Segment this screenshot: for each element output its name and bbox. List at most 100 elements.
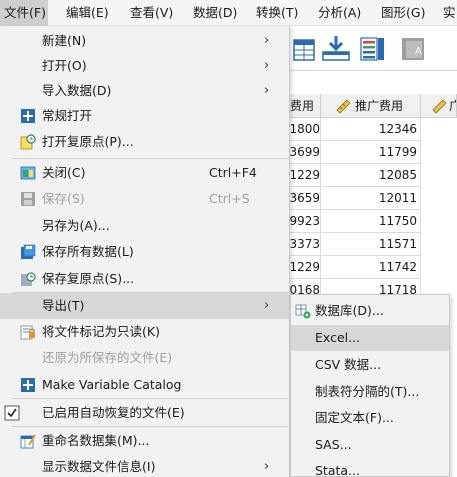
chevron-right-icon: › xyxy=(264,58,270,73)
menu-item-label: 另存为(A)... xyxy=(42,218,110,233)
go-to-case-icon[interactable] xyxy=(320,32,352,64)
plus-icon xyxy=(21,378,35,392)
menu-item-export[interactable]: 导出(T) › xyxy=(0,293,289,319)
table-cell[interactable]: 3659 xyxy=(288,187,321,210)
submenu-item-sas[interactable]: SAS... xyxy=(291,432,449,458)
submenu-item-fixed-text[interactable]: 固定文本(F)... xyxy=(291,405,449,431)
menu-separator xyxy=(12,426,288,427)
save-icon xyxy=(21,192,35,206)
menu-item-open[interactable]: 打开(O) › xyxy=(0,53,289,79)
table-cell[interactable]: 11742 xyxy=(321,256,421,279)
column-header-next[interactable]: 广 xyxy=(421,94,457,118)
menu-separator xyxy=(12,158,288,159)
table-cell[interactable]: 1229 xyxy=(288,256,321,279)
menu-view[interactable]: 查看(V) xyxy=(130,0,173,26)
close-window-icon xyxy=(20,166,36,180)
menu-item-import-data[interactable]: 导入数据(D) › xyxy=(0,78,289,104)
menu-item-autorecovery[interactable]: 已启用自动恢复的文件(E) xyxy=(0,400,289,426)
table-cell[interactable]: 3699 xyxy=(288,141,321,164)
menu-item-label: 已启用自动恢复的文件(E) xyxy=(42,405,185,420)
column-header-cost[interactable]: 费用 xyxy=(288,94,321,118)
menu-item-shortcut: Ctrl+S xyxy=(209,191,250,206)
submenu-item-label: 数据库(D)... xyxy=(315,303,384,318)
menu-item-label: 保存(S) xyxy=(42,191,85,206)
menu-item-open-restore-point[interactable]: 打开复原点(P)... xyxy=(0,129,289,155)
plus-icon xyxy=(21,109,35,123)
table-cell[interactable]: 12346 xyxy=(321,118,421,141)
menu-item-label: 导出(T) xyxy=(42,298,85,313)
submenu-item-stata[interactable]: Stata... xyxy=(291,458,449,477)
file-menu: 新建(N) › 打开(O) › 导入数据(D) › 常规打开 打开复原点(P).… xyxy=(0,26,290,477)
menu-graphs[interactable]: 图形(G) xyxy=(381,0,425,26)
menu-item-revert-to-saved: 还原为所保存的文件(E) xyxy=(0,345,289,371)
table-cell[interactable]: 12085 xyxy=(321,164,421,187)
menu-file[interactable]: 文件(F) xyxy=(0,0,48,26)
table-cell[interactable]: 12011 xyxy=(321,187,421,210)
table-cell[interactable]: 11799 xyxy=(321,141,421,164)
submenu-item-label: CSV 数据... xyxy=(315,357,382,372)
column-header-promotion-cost[interactable]: 推广费用 xyxy=(321,94,421,118)
restore-point-icon xyxy=(20,134,36,150)
menu-item-save-all-data[interactable]: 保存所有数据(L) xyxy=(0,239,289,265)
menu-utilities[interactable]: 实 xyxy=(443,0,456,26)
menu-item-shortcut: Ctrl+F4 xyxy=(209,165,257,180)
menu-item-save-restore-point[interactable]: 保存复原点(S)... xyxy=(0,266,289,292)
menu-item-label: 导入数据(D) xyxy=(42,83,112,98)
save-restore-icon xyxy=(21,272,36,286)
menu-item-display-file-info[interactable]: 显示数据文件信息(I) › xyxy=(0,454,289,477)
menu-item-regular-open[interactable]: 常规打开 xyxy=(0,103,289,129)
menu-item-close[interactable]: 关闭(C) Ctrl+F4 xyxy=(0,160,289,186)
table-cell[interactable]: 11750 xyxy=(321,210,421,233)
split-file-icon[interactable]: A xyxy=(398,32,430,64)
submenu-item-csv[interactable]: CSV 数据... xyxy=(291,352,449,378)
chevron-right-icon: › xyxy=(264,83,270,98)
checkmark-icon xyxy=(4,405,20,421)
menu-item-label: 还原为所保存的文件(E) xyxy=(42,350,173,365)
menu-item-label: 关闭(C) xyxy=(42,165,86,180)
menu-edit[interactable]: 编辑(E) xyxy=(66,0,109,26)
export-submenu: 数据库(D)... Excel... CSV 数据... 制表符分隔的(T)..… xyxy=(290,294,450,477)
menu-item-mark-readonly[interactable]: 将文件标记为只读(K) xyxy=(0,319,289,345)
submenu-item-label: 制表符分隔的(T)... xyxy=(315,384,420,399)
submenu-item-label: SAS... xyxy=(315,437,352,452)
menu-analyze[interactable]: 分析(A) xyxy=(318,0,361,26)
variables-icon[interactable] xyxy=(356,32,388,64)
menu-item-new[interactable]: 新建(N) › xyxy=(0,28,289,54)
menu-item-label: 显示数据文件信息(I) xyxy=(42,459,156,474)
menu-item-label: 常规打开 xyxy=(42,108,93,123)
table-cell[interactable]: 1229 xyxy=(288,164,321,187)
grid-insert-icon[interactable] xyxy=(290,32,322,64)
chevron-right-icon: › xyxy=(264,459,270,474)
menu-data[interactable]: 数据(D) xyxy=(193,0,237,26)
menu-item-make-variable-catalog[interactable]: Make Variable Catalog xyxy=(0,372,289,398)
column-header-label: 广 xyxy=(449,94,456,117)
submenu-item-tab-delimited[interactable]: 制表符分隔的(T)... xyxy=(291,379,449,405)
menu-item-label: 将文件标记为只读(K) xyxy=(42,324,160,339)
table-cell[interactable]: 9923 xyxy=(288,210,321,233)
menu-item-label: 新建(N) xyxy=(42,33,87,48)
menu-item-label: 保存所有数据(L) xyxy=(42,244,134,259)
chevron-right-icon: › xyxy=(264,33,270,48)
submenu-item-label: 固定文本(F)... xyxy=(315,410,394,425)
menu-bar: 文件(F) 编辑(E) 查看(V) 数据(D) 转换(T) 分析(A) 图形(G… xyxy=(0,0,457,26)
ruler-icon xyxy=(432,99,447,114)
menu-item-save: 保存(S) Ctrl+S xyxy=(0,186,289,212)
menu-separator xyxy=(12,398,288,399)
submenu-item-label: Stata... xyxy=(315,463,360,477)
submenu-item-database[interactable]: 数据库(D)... xyxy=(291,298,449,324)
menu-item-save-as[interactable]: 另存为(A)... xyxy=(0,213,289,239)
svg-text:A: A xyxy=(415,46,422,57)
menu-item-label: 打开复原点(P)... xyxy=(42,134,134,149)
submenu-item-excel[interactable]: Excel... xyxy=(291,325,449,351)
database-icon xyxy=(295,304,311,319)
menu-item-rename-dataset[interactable]: 重命名数据集(M)... xyxy=(0,428,289,454)
readonly-icon xyxy=(20,325,35,340)
menu-transform[interactable]: 转换(T) xyxy=(256,0,298,26)
menu-item-label: 保存复原点(S)... xyxy=(42,271,135,286)
table-cell[interactable]: 3373 xyxy=(288,233,321,256)
table-cell[interactable]: 1800 xyxy=(288,118,321,141)
chevron-right-icon: › xyxy=(264,298,270,313)
table-cell[interactable]: 11571 xyxy=(321,233,421,256)
column-header-label: 费用 xyxy=(290,99,315,113)
menu-item-label: 打开(O) xyxy=(42,58,87,73)
